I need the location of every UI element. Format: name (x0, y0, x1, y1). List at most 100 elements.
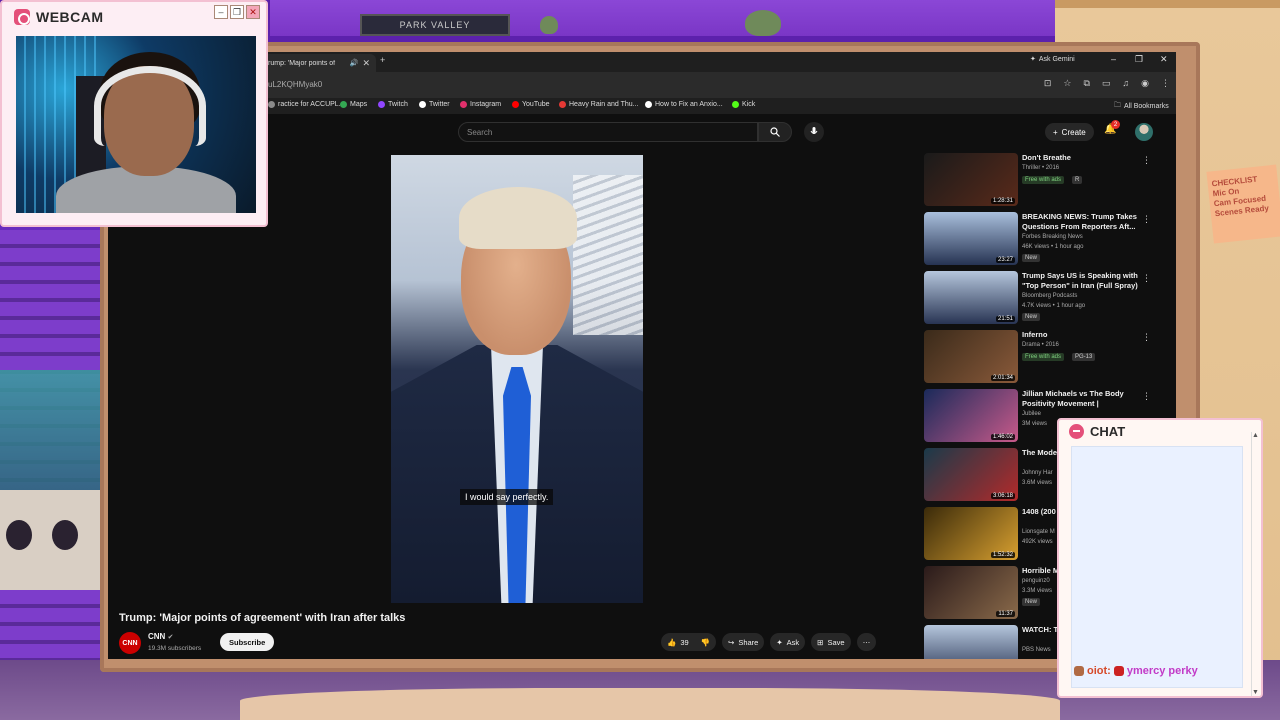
profile-icon[interactable]: ◉ (1141, 78, 1149, 89)
new-tab-button[interactable]: + (380, 55, 385, 65)
recommendation-item[interactable]: 21:51 Trump Says US is Speaking with "To… (924, 267, 1169, 326)
minimize-icon[interactable]: – (214, 5, 228, 19)
plushie-left (540, 16, 558, 34)
tab-youtube-video[interactable]: Trump: 'Major points of 🔊 ✕ (258, 54, 376, 72)
bookmark-label: Kick (742, 101, 756, 108)
bookmark-item[interactable]: Twitter (419, 101, 450, 108)
scroll-up-icon[interactable]: ▲ (1252, 432, 1259, 439)
bookmark-item[interactable]: Maps (340, 101, 367, 108)
channel-name-text: CNN (148, 632, 166, 641)
create-label: Create (1061, 127, 1086, 137)
dresser-knob (52, 520, 78, 550)
rec-menu-icon[interactable]: ⋮ (1142, 391, 1151, 402)
menu-dots-icon[interactable]: ⋮ (1161, 78, 1170, 89)
all-bookmarks[interactable]: 🗀 All Bookmarks (1114, 101, 1169, 112)
share-label: Share (738, 637, 759, 647)
url-text[interactable]: uL2KQHMyak0 (268, 80, 322, 89)
rec-badge: New (1022, 313, 1041, 321)
maximize-icon[interactable]: ❐ (1135, 54, 1143, 65)
rec-meta: 492K views (1022, 539, 1053, 545)
bookmark-item[interactable]: How to Fix an Anxio... (645, 101, 723, 108)
rec-duration: 21:51 (995, 316, 1015, 322)
search-button[interactable] (758, 122, 792, 142)
speaker-icon[interactable]: 🔊 (350, 59, 359, 67)
voice-search-button[interactable] (804, 122, 824, 142)
rec-meta: 3M views (1022, 421, 1048, 427)
rec-title[interactable]: BREAKING NEWS: Trump Takes Questions Fro… (1022, 212, 1142, 232)
rec-thumbnail[interactable]: 3:06:18 (924, 448, 1018, 501)
scroll-down-icon[interactable]: ▼ (1252, 689, 1259, 696)
bookmark-item[interactable]: Heavy Rain and Thu... (559, 101, 639, 108)
rec-title[interactable]: Inferno (1022, 330, 1142, 340)
like-button[interactable]: 👍 39 👎 (661, 633, 717, 651)
rec-thumbnail[interactable]: 21:51 (924, 271, 1018, 324)
close-icon[interactable]: ✕ (246, 5, 260, 19)
chat-bubble-icon (1069, 424, 1084, 439)
sidebar-icon[interactable]: ▭ (1102, 78, 1111, 89)
all-bookmarks-label: All Bookmarks (1124, 103, 1169, 110)
address-bar[interactable]: uL2KQHMyak0 ⊡ ☆ ⧉ ▭ ♫ ◉ ⋮ (108, 72, 1176, 98)
tab-close-icon[interactable]: ✕ (362, 58, 370, 69)
video-actions: 👍 39 👎 ↪ Share ✦ Ask ⊞ Save ⋯ (661, 633, 877, 651)
bookmark-item[interactable]: YouTube (512, 101, 550, 108)
bookmark-star-icon[interactable]: ☆ (1063, 78, 1071, 89)
bookmark-label: Twitter (429, 101, 450, 108)
subscribe-button[interactable]: Subscribe (220, 633, 275, 651)
recommendation-item[interactable]: 23:27 BREAKING NEWS: Trump Takes Questio… (924, 208, 1169, 267)
create-button[interactable]: + Create (1045, 123, 1094, 141)
video-player[interactable]: I would say perfectly. (391, 155, 643, 603)
rec-thumbnail[interactable]: 23:27 (924, 212, 1018, 265)
ask-button[interactable]: ✦ Ask (770, 633, 806, 651)
tab-bar: Trump: 'Major points of 🔊 ✕ + ✦ Ask Gemi… (108, 52, 1176, 72)
rec-thumbnail[interactable]: 1:46:02 (924, 389, 1018, 442)
rec-title[interactable]: Don't Breathe (1022, 153, 1142, 163)
save-button[interactable]: ⊞ Save (811, 633, 851, 651)
bookmark-item[interactable]: Twitch (378, 101, 408, 108)
toolbar-icons: ⊡ ☆ ⧉ ▭ ♫ ◉ ⋮ (1044, 78, 1170, 89)
ask-label: Ask (786, 637, 800, 647)
media-icon[interactable]: ♫ (1122, 78, 1129, 89)
recommendation-item[interactable]: 2:01:34 Inferno Drama • 2016 Free with a… (924, 326, 1169, 385)
ask-gemini-button[interactable]: ✦ Ask Gemini (1030, 55, 1075, 64)
rec-thumbnail[interactable]: 2:01:34 (924, 330, 1018, 383)
rec-menu-icon[interactable]: ⋮ (1142, 273, 1151, 284)
share-button[interactable]: ↪ Share (722, 633, 765, 651)
minimize-icon[interactable]: – (1111, 54, 1116, 64)
youtube-page: Search + Create 🔔 2 I would say perfectl… (108, 114, 1176, 659)
search-input[interactable]: Search (458, 122, 758, 142)
close-window-icon[interactable]: ✕ (1160, 54, 1168, 65)
rec-menu-icon[interactable]: ⋮ (1142, 332, 1151, 343)
channel-name[interactable]: CNN ✔ (148, 632, 173, 641)
bookmark-item[interactable]: ractice for ACCUPL... (268, 101, 345, 108)
bookmark-item[interactable]: Kick (732, 101, 755, 108)
recommendation-item[interactable]: 1:28:31 Don't Breathe Thriller • 2016 Fr… (924, 149, 1169, 208)
thumbs-up-icon: 👍 (667, 637, 677, 647)
user-avatar[interactable] (1135, 123, 1153, 141)
rec-title[interactable]: Jillian Michaels vs The Body Positivity … (1022, 389, 1142, 409)
rec-menu-icon[interactable]: ⋮ (1142, 214, 1151, 225)
rec-rating: PG-13 (1072, 353, 1096, 361)
bookmark-item[interactable]: Instagram (460, 101, 501, 108)
rec-title[interactable]: Trump Says US is Speaking with "Top Pers… (1022, 271, 1142, 291)
chat-scrollbar[interactable]: ▲ ▼ (1251, 432, 1259, 696)
rec-thumbnail[interactable]: 1:52:32 (924, 507, 1018, 560)
emote-icon (1113, 666, 1124, 676)
channel-avatar[interactable]: CNN (119, 632, 141, 654)
rec-meta: Drama • 2016 (1022, 342, 1059, 348)
rec-menu-icon[interactable]: ⋮ (1142, 155, 1151, 166)
rec-duration: 1:28:31 (990, 198, 1015, 204)
rec-thumbnail[interactable]: 1:28:31 (924, 153, 1018, 206)
bookmark-label: Instagram (470, 101, 502, 108)
extensions-icon[interactable]: ⧉ (1083, 78, 1089, 89)
weather-icon (559, 101, 566, 108)
rec-thumbnail[interactable]: 11:37 (924, 566, 1018, 619)
twitter-icon (419, 101, 426, 108)
install-icon[interactable]: ⊡ (1044, 78, 1052, 89)
rec-thumbnail[interactable] (924, 625, 1018, 659)
rec-duration: 23:27 (995, 257, 1015, 263)
more-actions-button[interactable]: ⋯ (856, 633, 877, 651)
maximize-icon[interactable]: ❐ (230, 5, 244, 19)
thumbs-down-icon[interactable]: 👎 (701, 638, 710, 647)
rec-duration: 11:37 (996, 611, 1015, 617)
rec-badge: New (1022, 254, 1041, 262)
